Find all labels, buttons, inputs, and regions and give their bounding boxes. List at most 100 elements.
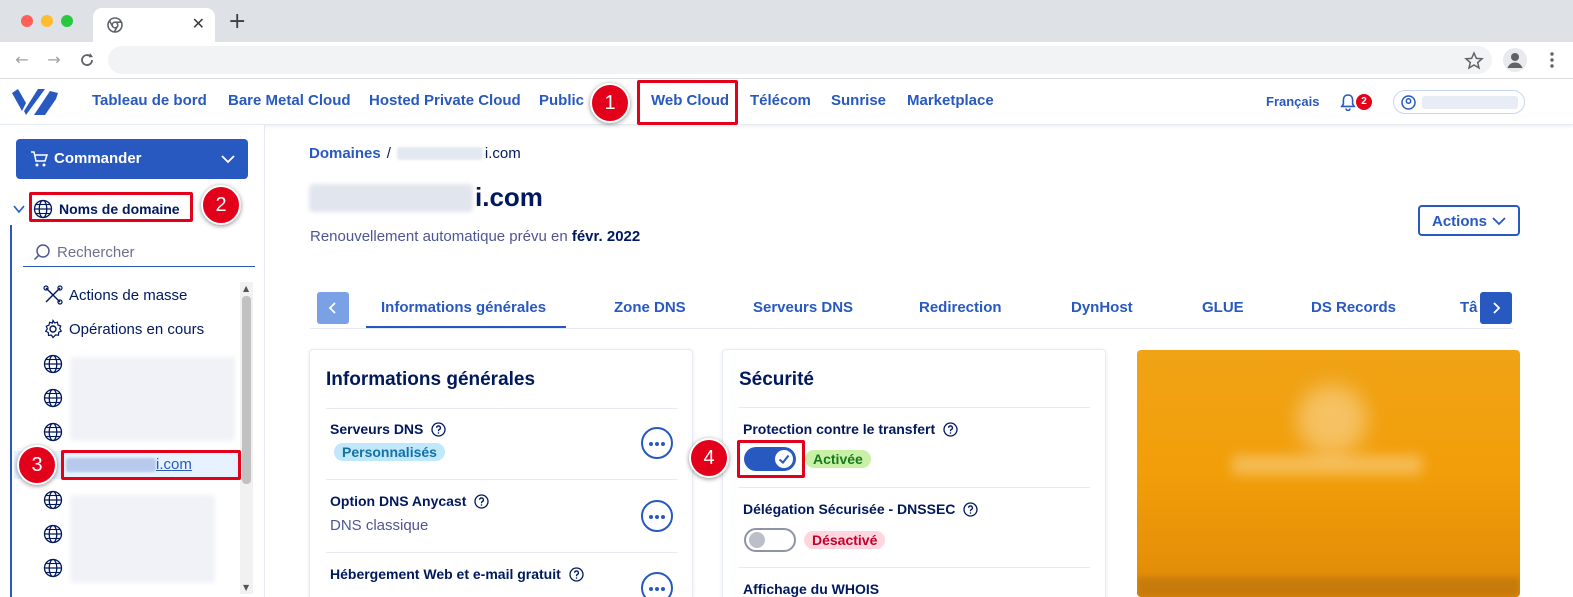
- tab-tasks[interactable]: Tâ: [1460, 299, 1478, 316]
- chevron-down-icon: [1492, 217, 1506, 226]
- address-bar-row: ← →: [0, 42, 1573, 79]
- divider: [326, 479, 677, 480]
- anycast-more-button[interactable]: [641, 500, 673, 532]
- domain-tabs: Informations générales Zone DNS Serveurs…: [310, 290, 1513, 329]
- dnssec-status-badge: Désactivé: [804, 531, 886, 549]
- dns-servers-label: Serveurs DNS: [330, 421, 447, 437]
- sidebar-item-operations[interactable]: Opérations en cours: [43, 317, 204, 341]
- dnssec-toggle[interactable]: [744, 528, 796, 552]
- notification-count-badge: 2: [1356, 94, 1372, 110]
- search-icon: [33, 244, 50, 261]
- forward-arrow-icon[interactable]: →: [44, 50, 64, 70]
- dns-servers-label-text: Serveurs DNS: [330, 421, 424, 437]
- order-button[interactable]: Commander: [16, 139, 248, 179]
- nav-hosted-private-cloud[interactable]: Hosted Private Cloud: [369, 92, 521, 109]
- anycast-label: Option DNS Anycast: [330, 493, 490, 509]
- redacted-domain-list: [70, 357, 235, 441]
- tab-ds-records[interactable]: DS Records: [1311, 299, 1396, 316]
- transfer-protection-label: Protection contre le transfert: [743, 421, 958, 437]
- chevron-down-icon: [221, 155, 235, 164]
- user-account-menu[interactable]: [1393, 90, 1525, 114]
- highlight-web-cloud: [637, 80, 738, 125]
- help-icon[interactable]: [474, 493, 490, 509]
- gear-icon: [44, 319, 63, 339]
- breadcrumb-domains-link[interactable]: Domaines: [309, 145, 381, 162]
- tabs-next-button[interactable]: [1480, 292, 1512, 324]
- tab-general-info[interactable]: Informations générales: [381, 299, 546, 316]
- divider: [739, 407, 1090, 408]
- actions-dropdown-button[interactable]: Actions: [1418, 205, 1520, 236]
- highlight-transfer-toggle: [737, 440, 805, 478]
- divider: [326, 552, 677, 553]
- browser-menu-icon[interactable]: [1545, 50, 1559, 70]
- scroll-down-arrow-icon[interactable]: ▼: [243, 583, 249, 592]
- security-title: Sécurité: [739, 369, 814, 390]
- tab-close-icon[interactable]: ✕: [192, 15, 205, 33]
- sidebar-search: [23, 237, 255, 267]
- ovhcloud-logo[interactable]: [12, 89, 58, 115]
- back-arrow-icon[interactable]: ←: [12, 50, 32, 70]
- language-selector[interactable]: Français: [1266, 94, 1319, 109]
- help-icon[interactable]: [943, 421, 958, 437]
- nav-marketplace[interactable]: Marketplace: [907, 92, 994, 109]
- reload-icon[interactable]: [77, 50, 97, 70]
- tab-dynhost[interactable]: DynHost: [1071, 299, 1133, 316]
- help-icon[interactable]: [569, 566, 584, 582]
- tab-dns-zone[interactable]: Zone DNS: [614, 299, 686, 316]
- tab-glue[interactable]: GLUE: [1202, 299, 1244, 316]
- order-button-label: Commander: [54, 150, 142, 167]
- sidebar-scrollbar[interactable]: ▲ ▼: [240, 282, 253, 594]
- step-marker-2: 2: [201, 185, 241, 225]
- nav-bare-metal-cloud[interactable]: Bare Metal Cloud: [228, 92, 351, 109]
- nav-public-cloud[interactable]: Public: [539, 92, 584, 109]
- redacted-domain-name: [309, 183, 473, 212]
- page-title: i.com: [309, 182, 543, 213]
- actions-label: Actions: [1432, 213, 1488, 230]
- profile-avatar-icon[interactable]: [1503, 48, 1527, 72]
- nav-telecom[interactable]: Télécom: [750, 92, 811, 109]
- redacted-domain-name: [396, 147, 483, 160]
- divider: [326, 408, 677, 409]
- general-info-card: Informations générales Serveurs DNS Pers…: [309, 349, 693, 597]
- url-field[interactable]: [108, 46, 1492, 74]
- search-input[interactable]: [57, 242, 247, 262]
- hosting-label-text: Hébergement Web et e-mail gratuit: [330, 566, 561, 582]
- browser-tab[interactable]: ✕: [93, 8, 215, 42]
- scroll-up-arrow-icon[interactable]: ▲: [243, 284, 249, 293]
- bell-icon[interactable]: [1340, 93, 1356, 111]
- tab-dns-servers[interactable]: Serveurs DNS: [753, 299, 853, 316]
- help-icon[interactable]: [963, 501, 979, 517]
- chevron-right-icon: [1493, 302, 1501, 314]
- bookmark-star-icon[interactable]: [1464, 51, 1484, 71]
- renewal-prefix: Renouvellement automatique prévu en: [310, 228, 568, 245]
- promo-banner[interactable]: [1137, 350, 1520, 597]
- cart-icon: [31, 151, 48, 167]
- mass-actions-icon: [43, 285, 63, 305]
- renewal-info: Renouvellement automatique prévu en févr…: [310, 228, 640, 245]
- tab-redirection[interactable]: Redirection: [919, 299, 1002, 316]
- highlight-domains: [29, 192, 193, 222]
- help-icon[interactable]: [431, 421, 447, 437]
- page-title-text: i.com: [475, 182, 543, 212]
- redacted-domain-list: [70, 495, 215, 583]
- window-maximize-button[interactable]: [61, 15, 73, 27]
- breadcrumb-current: i.com: [484, 145, 521, 162]
- scrollbar-thumb[interactable]: [242, 296, 251, 484]
- globe-icon: [43, 422, 63, 442]
- window-close-button[interactable]: [21, 15, 33, 27]
- window-minimize-button[interactable]: [41, 15, 53, 27]
- tabs-prev-button[interactable]: [317, 292, 349, 324]
- hosting-more-button[interactable]: [641, 572, 673, 597]
- new-tab-button[interactable]: +: [228, 11, 246, 33]
- divider: [739, 567, 1090, 568]
- collapse-chevron-icon[interactable]: [12, 202, 26, 216]
- sidebar-item-mass-actions[interactable]: Actions de masse: [43, 283, 187, 307]
- step-marker-4: 4: [689, 438, 729, 478]
- nav-sunrise[interactable]: Sunrise: [831, 92, 886, 109]
- top-navigation: Tableau de bord Bare Metal Cloud Hosted …: [0, 79, 1573, 125]
- nav-tableau-de-bord[interactable]: Tableau de bord: [92, 92, 207, 109]
- dns-servers-badge: Personnalisés: [334, 443, 445, 461]
- dns-servers-more-button[interactable]: [641, 427, 673, 459]
- renewal-date: févr. 2022: [571, 228, 641, 245]
- dnssec-label-text: Délégation Sécurisée - DNSSEC: [743, 501, 956, 517]
